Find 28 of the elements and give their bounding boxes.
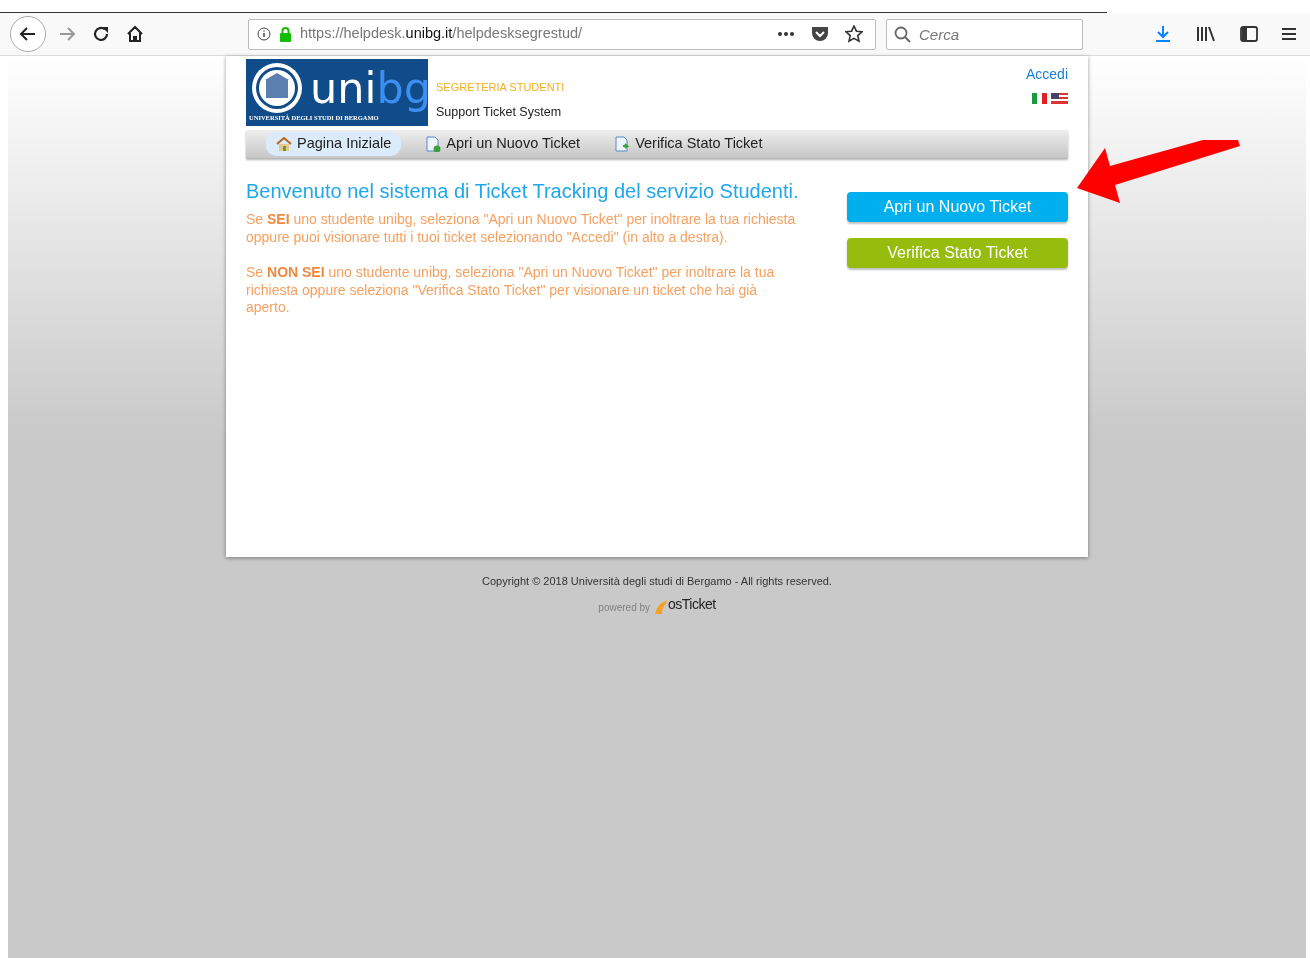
nav-tab[interactable]: Apri un Nuovo Ticket xyxy=(415,132,591,156)
nav-tab[interactable]: Verifica Stato Ticket xyxy=(604,132,773,156)
address-bar[interactable]: https://helpdesk.unibg.it/helpdesksegrestud/ xyxy=(248,18,876,50)
document-icon xyxy=(425,136,443,152)
login-link[interactable]: Accedi xyxy=(1025,64,1068,85)
osticket-logo: osTicket xyxy=(654,593,716,615)
welcome-title: Benvenuto nel sistema di Ticket Tracking del servizio Studenti. xyxy=(246,179,799,203)
back-arrow-icon xyxy=(19,25,37,43)
flag-icon[interactable] xyxy=(1032,93,1047,104)
info-icon xyxy=(257,27,271,41)
department-title: SEGRETERIA STUDENTI xyxy=(436,79,565,95)
seal-icon xyxy=(251,62,303,114)
flag-icon[interactable] xyxy=(1051,93,1068,104)
url-text: https://helpdesk.unibg.it/helpdesksegrestud/ xyxy=(300,24,584,44)
instruction-text: Se NON SEI uno studente unibg, seleziona "Apri un Nuovo Ticket" per inoltrare la tua richiesta oppure seleziona "Verifica Stato Ticket" per visionare un ticket che hai già aperto. xyxy=(246,264,776,317)
instruction-text: Se SEI uno studente unibg, seleziona "Apri un Nuovo Ticket" per inoltrare la tua richiesta oppure puoi visionare tutti i tuoi ticket selezionando "Accedi" (in alto a destra). xyxy=(246,211,797,246)
system-title: Support Ticket System xyxy=(436,104,563,122)
lock-icon xyxy=(279,26,292,42)
dots-icon xyxy=(777,31,795,37)
house-icon xyxy=(276,136,293,152)
search-field[interactable]: Cerca xyxy=(886,18,1083,50)
copyright-text: Copyright © 2018 Università degli studi di Bergamo - All rights reserved. xyxy=(481,574,833,589)
kangaroo-icon xyxy=(654,598,669,615)
nav-tab[interactable]: Pagina Iniziale xyxy=(266,132,402,156)
powered-by-text: powered by xyxy=(598,600,651,615)
back-button[interactable] xyxy=(10,16,46,52)
search-icon xyxy=(894,25,911,43)
document-icon xyxy=(614,136,632,152)
